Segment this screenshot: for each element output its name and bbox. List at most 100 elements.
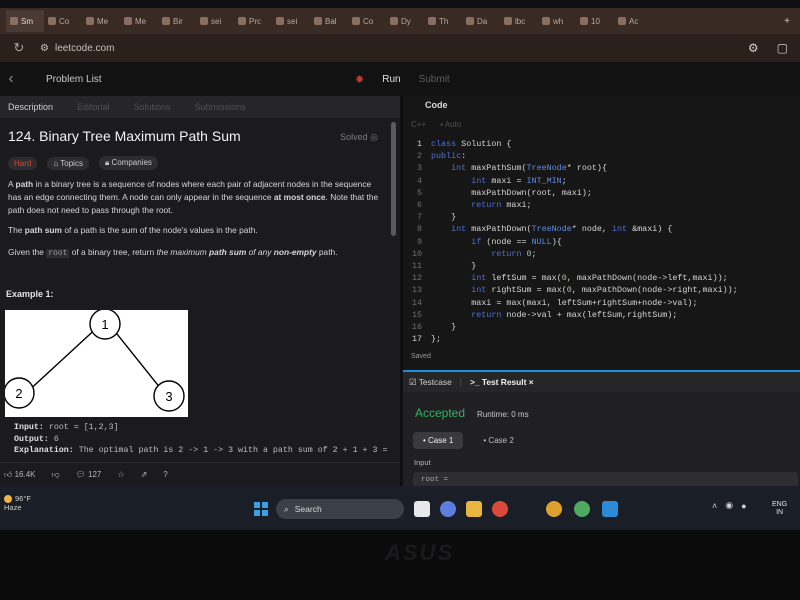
chevron-up-icon[interactable]: ˄	[712, 501, 717, 511]
companies-badge[interactable]: 🔒︎ Companies	[98, 156, 158, 170]
code-line[interactable]: 1 class Solution {	[403, 138, 738, 150]
description-paragraph-3: Given the root of a binary tree, return …	[8, 246, 386, 260]
tree-node-label: 1	[101, 317, 108, 332]
line-text: int rightSum = max(0, maxPathDown(node->…	[431, 284, 738, 296]
browser-actions: ⚙ ▢	[748, 41, 788, 55]
problem-list-link[interactable]: Problem List	[46, 74, 102, 85]
code-token: {	[667, 224, 673, 235]
browser-tab[interactable]: Me	[82, 10, 120, 32]
browser-icon[interactable]	[574, 501, 590, 517]
case-1-tab[interactable]: • Case 1	[413, 432, 464, 449]
line-number: 17	[411, 334, 422, 345]
browser-tab[interactable]: wh	[538, 10, 576, 32]
runtime-text: Runtime: 0 ms	[477, 410, 529, 419]
scrollbar[interactable]	[391, 122, 396, 236]
run-controls: ✸ Run Submit	[355, 62, 450, 96]
problem-title[interactable]: 124. Binary Tree Maximum Path Sum	[8, 128, 241, 144]
taskbar-search[interactable]: ⌕ Search	[276, 499, 404, 519]
code-token: return	[471, 200, 502, 211]
language-select[interactable]: C++	[411, 120, 426, 129]
debug-icon[interactable]: ✸	[355, 73, 364, 86]
tab-editorial[interactable]: Editorial	[77, 102, 110, 112]
code-line[interactable]: 3 int maxPathSum(TreeNode* root){	[403, 162, 738, 174]
auto-mode[interactable]: ▪ Auto	[440, 120, 461, 129]
code-line[interactable]: 12 int leftSum = max(0, maxPathDown(node…	[403, 272, 738, 284]
tab-submissions[interactable]: Submissions	[195, 102, 246, 112]
code-line[interactable]: 8 int maxPathDown(TreeNode* node, int &m…	[403, 223, 738, 235]
code-line[interactable]: 7 }	[403, 211, 738, 223]
tab-solutions[interactable]: Solutions	[134, 102, 171, 112]
topics-badge[interactable]: ⌂ Topics	[47, 156, 89, 170]
tab-description[interactable]: Description	[8, 102, 53, 112]
code-line[interactable]: 5 maxPathDown(root, maxi);	[403, 187, 738, 199]
label: Input:	[14, 423, 44, 432]
browser-tab[interactable]: Th	[424, 10, 462, 32]
site-info-icon[interactable]: ⚙	[40, 43, 49, 54]
tab-test-result[interactable]: >_ Test Result ×	[470, 377, 534, 387]
start-button[interactable]	[254, 502, 268, 516]
code-line[interactable]: 6 return maxi;	[403, 199, 738, 211]
text-bold: path sum	[24, 225, 62, 235]
task-view-icon[interactable]	[414, 501, 430, 517]
tray-app-icon[interactable]: ◉	[725, 500, 733, 511]
close-icon[interactable]: ×	[529, 377, 534, 387]
code-line[interactable]: 17};	[403, 333, 738, 345]
comment-button[interactable]: 💬︎ 127	[76, 470, 102, 479]
file-explorer-icon[interactable]	[466, 501, 482, 517]
weather-widget[interactable]: 96°F Haze	[4, 494, 31, 512]
input-language[interactable]: ENG IN	[772, 501, 787, 517]
browser-tab[interactable]: Bal	[310, 10, 348, 32]
extensions-icon[interactable]: ⚙	[748, 41, 759, 55]
code-line[interactable]: 10 return 0;	[403, 248, 738, 260]
reload-icon[interactable]: ↻	[12, 40, 26, 56]
dislike-icon[interactable]: 👎︎	[52, 470, 60, 480]
tab-favicon-icon	[580, 17, 588, 25]
code-line[interactable]: 11 }	[403, 260, 738, 272]
submit-button[interactable]: Submit	[419, 74, 450, 85]
back-chevron-icon[interactable]: ‹	[0, 70, 22, 88]
chat-icon[interactable]	[440, 501, 456, 517]
browser-tab[interactable]: sei	[272, 10, 310, 32]
browser-tab[interactable]: lbc	[500, 10, 538, 32]
browser-tab[interactable]: 10	[576, 10, 614, 32]
browser-tab[interactable]: Prc	[234, 10, 272, 32]
browser-tab[interactable]: Dy	[386, 10, 424, 32]
code-line[interactable]: 2 public:	[403, 150, 738, 162]
browser-tab[interactable]: Sm	[6, 10, 44, 32]
code-line[interactable]: 9 if (node == NULL){	[403, 236, 738, 248]
browser-tab[interactable]: Co	[348, 10, 386, 32]
browser-tab[interactable]: Bir	[158, 10, 196, 32]
new-tab-icon[interactable]: +	[784, 16, 790, 27]
saved-status: Saved	[411, 353, 431, 360]
tab-favicon-icon	[542, 17, 550, 25]
browser-tab[interactable]: Co	[44, 10, 82, 32]
chrome-profile-icon[interactable]	[546, 501, 562, 517]
code-line[interactable]: 15 return node->val + max(leftSum,rightS…	[403, 309, 738, 321]
case-2-tab[interactable]: • Case 2	[473, 432, 523, 449]
browser-tab[interactable]: Da	[462, 10, 500, 32]
code-editor[interactable]: 1 class Solution {2 public: 3 int maxPathSu…	[403, 138, 738, 345]
tray-status-icon[interactable]: ●	[741, 501, 746, 511]
help-icon[interactable]: ?	[163, 470, 167, 479]
code-line[interactable]: 13 int rightSum = max(0, maxPathDown(nod…	[403, 284, 738, 296]
like-button[interactable]: 👍︎ 16.4K	[4, 470, 36, 480]
browser-tab[interactable]: sei	[196, 10, 234, 32]
browser-tab[interactable]: Ac	[614, 10, 652, 32]
code-line[interactable]: 14 maxi = max(maxi, leftSum+rightSum+nod…	[403, 297, 738, 309]
code-token: leftSum	[556, 297, 592, 308]
vscode-icon[interactable]	[602, 501, 618, 517]
url-field[interactable]: ⚙ leetcode.com	[40, 43, 114, 54]
code-line[interactable]: 4 int maxi = INT_MIN;	[403, 175, 738, 187]
browser-tab[interactable]: Me	[120, 10, 158, 32]
tab-testcase[interactable]: ☑ Testcase	[409, 377, 452, 387]
tab-search-icon[interactable]: ▢	[777, 41, 788, 55]
share-icon[interactable]: ⇗	[141, 470, 148, 479]
code-token: int	[451, 163, 467, 174]
auto-label: Auto	[444, 119, 462, 129]
chrome-icon[interactable]	[492, 501, 508, 517]
run-button[interactable]: Run	[382, 74, 400, 85]
code-line[interactable]: 16 }	[403, 321, 738, 333]
star-icon[interactable]: ☆	[117, 470, 124, 479]
description-panel: Description Editorial Solutions Submissi…	[0, 96, 400, 486]
